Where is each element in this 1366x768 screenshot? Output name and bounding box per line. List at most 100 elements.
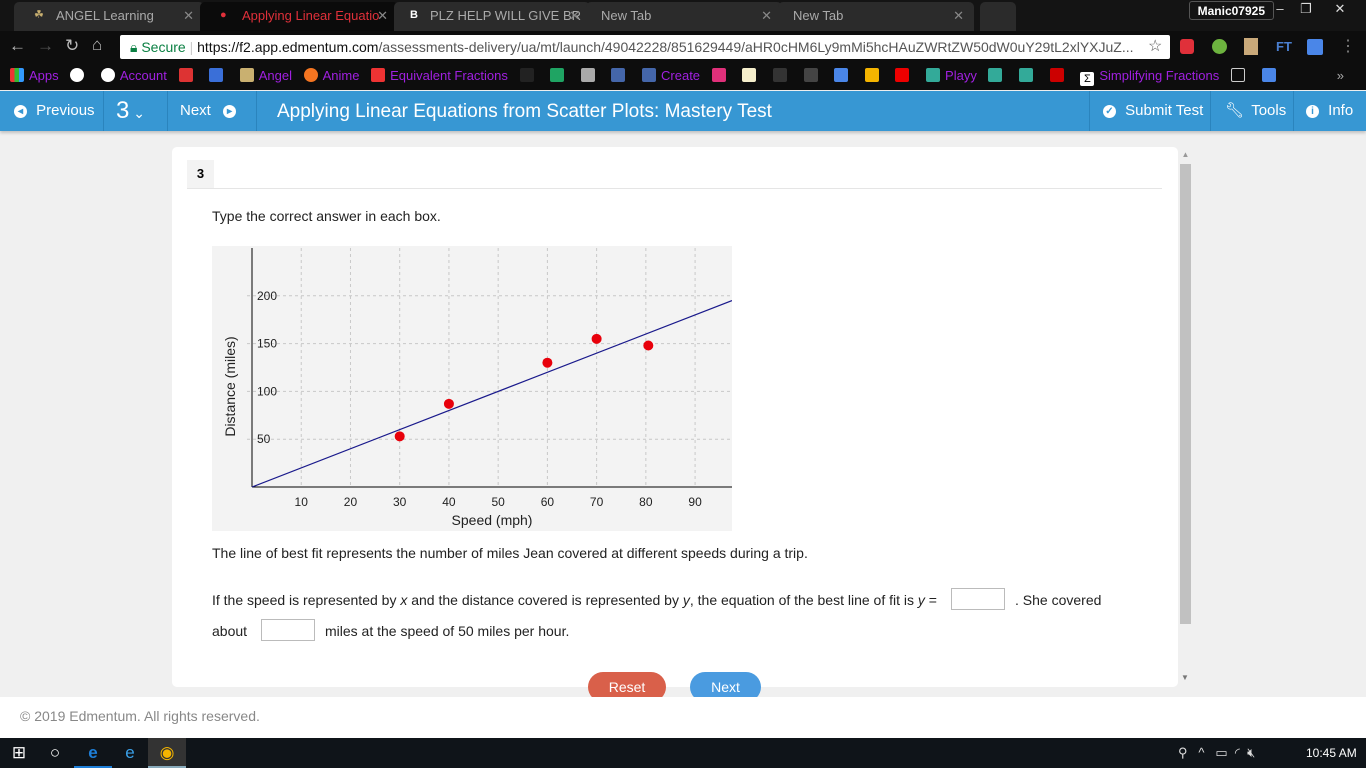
equation-answer-input[interactable] (951, 588, 1005, 610)
scroll-up-icon[interactable]: ▲ (1179, 150, 1192, 159)
submit-label: Submit Test (1125, 102, 1204, 119)
close-tab-icon[interactable]: ✕ (761, 2, 772, 29)
profile-button[interactable]: Manic07925 (1188, 1, 1274, 20)
address-bar[interactable]: 🔒︎ Secure | https://f2.app.edmentum.com/… (120, 35, 1170, 59)
y-tick-label: 150 (257, 337, 277, 351)
system-tray[interactable]: ⚲ ^ ▭ ◜ 🔇︎ (1178, 745, 1255, 761)
close-tab-icon[interactable]: ✕ (569, 2, 580, 29)
taskbar: ⊞ ○ e e ◉ ⚲ ^ ▭ ◜ 🔇︎ 10:45 AM (0, 738, 1366, 768)
more-bookmarks-icon[interactable]: » (1337, 62, 1344, 90)
scatter-plot: 10 20 30 40 50 60 70 80 90 50 100 150 200 Speed (mph)… (212, 246, 733, 531)
bookmark-playy[interactable]: Playy (926, 62, 977, 90)
bookmark-n[interactable] (711, 62, 731, 90)
bookmark-equivalent-fractions[interactable]: Equivalent Fractions (371, 62, 508, 90)
bookmark-anime[interactable]: Anime (303, 62, 359, 90)
tab-angel[interactable]: ☘ ANGEL Learning ✕ (14, 2, 204, 31)
bookmark-leaf1[interactable] (988, 62, 1007, 90)
bookmark-google[interactable] (70, 62, 89, 90)
info-button[interactable]: i Info (1294, 91, 1366, 131)
bookmark-apps[interactable]: Apps (10, 62, 59, 90)
extension-figure-icon[interactable] (1244, 38, 1258, 55)
extension-shield-icon[interactable] (1180, 39, 1194, 54)
close-tab-icon[interactable]: ✕ (183, 2, 194, 29)
close-window-icon[interactable]: ✕ (1326, 0, 1354, 18)
page-title: Applying Linear Equations from Scatter P… (277, 101, 772, 122)
x-tick-label: 20 (344, 495, 358, 509)
question-selector[interactable]: 3 ⌄ (104, 91, 168, 131)
bookmark-avatar[interactable] (580, 62, 600, 90)
tab-new-1[interactable]: New Tab ✕ (586, 2, 782, 31)
scroll-down-icon[interactable]: ▼ (1181, 673, 1189, 682)
bookmark-dots[interactable] (772, 62, 792, 90)
next-label: Next (180, 102, 211, 119)
clock[interactable]: 10:45 AM (1306, 746, 1357, 760)
bookmark-a[interactable] (209, 62, 228, 90)
bookmark-slides[interactable] (864, 62, 884, 90)
back-icon[interactable]: ← (9, 36, 26, 56)
edge-icon[interactable]: e (74, 738, 112, 768)
scrollbar-thumb[interactable] (1180, 164, 1191, 624)
text: . She covered (1015, 592, 1102, 608)
question-number: 3 (116, 97, 130, 124)
x-axis-label: Speed (mph) (452, 512, 533, 528)
chevron-up-icon[interactable]: ^ (1198, 745, 1204, 760)
bookmark-simplifying-fractions[interactable]: Σ Simplifying Fractions (1080, 62, 1219, 90)
ie-icon[interactable]: e (111, 738, 149, 768)
bookmark-kahoot[interactable] (611, 62, 630, 90)
battery-icon[interactable]: ▭ (1215, 745, 1227, 760)
bookmark-note[interactable] (742, 62, 761, 90)
forward-icon[interactable]: → (37, 36, 54, 56)
bookmark-drive[interactable] (550, 62, 569, 90)
arrow-left-circle-icon: ◂ (14, 105, 27, 118)
extension-ft-icon[interactable]: FT (1276, 39, 1292, 54)
new-tab-button[interactable] (980, 2, 1016, 31)
bookmark-brainly[interactable] (519, 62, 539, 90)
minimize-icon[interactable]: ‒ (1266, 0, 1294, 18)
previous-button[interactable]: ◂ Previous (0, 91, 104, 131)
bookmark-angel[interactable]: Angel (239, 62, 292, 90)
chrome-icon[interactable]: ◉ (148, 738, 186, 768)
close-tab-icon[interactable]: ✕ (953, 2, 964, 29)
y-tick-label: 100 (257, 384, 277, 398)
extension-green-icon[interactable] (1212, 39, 1227, 54)
bookmark-docs[interactable] (834, 62, 853, 90)
bookmark-mountain[interactable] (803, 62, 823, 90)
tab-new-2[interactable]: New Tab ✕ (778, 2, 974, 31)
reload-icon[interactable]: ↻ (65, 36, 79, 56)
tab-plz-help[interactable]: B PLZ HELP WILL GIVE BR ✕ (394, 2, 590, 31)
menu-icon[interactable]: ⋮ (1340, 36, 1356, 56)
y-tick-label: 200 (257, 289, 277, 303)
bookmark-account[interactable]: Account (100, 62, 167, 90)
tab-label: New Tab (601, 8, 652, 23)
bookmark-page[interactable] (1230, 62, 1250, 90)
people-icon[interactable]: ⚲ (1178, 745, 1188, 760)
tab-label: PLZ HELP WILL GIVE BR (430, 8, 581, 23)
tab-applying-linear[interactable]: ● Applying Linear Equatio ✕ (200, 2, 398, 31)
restore-icon[interactable]: ❐ (1292, 0, 1320, 18)
lock-icon: 🔒︎ (130, 39, 138, 55)
bookmark-star-icon[interactable]: ☆ (1148, 36, 1162, 56)
dots-icon (772, 68, 787, 82)
angel-icon (239, 68, 254, 82)
bookmark-n-red[interactable] (1049, 62, 1069, 90)
cortana-icon[interactable]: ○ (36, 738, 74, 768)
youtube-icon (895, 68, 910, 82)
home-icon[interactable]: ⌂ (92, 35, 102, 55)
submit-test-button[interactable]: ✓ Submit Test (1089, 91, 1211, 131)
volume-muted-icon[interactable]: 🔇︎ (1247, 745, 1255, 760)
x-tick-label: 50 (491, 495, 505, 509)
bookmark-youtube[interactable] (895, 62, 914, 90)
bookmark-gmail[interactable] (178, 62, 198, 90)
google-translate-icon[interactable] (1307, 39, 1323, 55)
miles-answer-input[interactable] (261, 619, 315, 641)
bookmark-create[interactable]: Create (642, 62, 700, 90)
tools-button[interactable]: 🔧︎ Tools (1211, 91, 1294, 131)
next-header-button[interactable]: Next ▸ (168, 91, 257, 131)
bookmark-leaf2[interactable] (1019, 62, 1038, 90)
bookmarks-bar: Apps Account Angel Anime Equivalent Frac… (0, 62, 1366, 90)
bookmark-window[interactable] (1261, 62, 1281, 90)
slides-icon (864, 68, 879, 82)
wifi-icon[interactable]: ◜ (1235, 745, 1240, 760)
close-tab-icon[interactable]: ✕ (377, 2, 388, 29)
windows-start-icon[interactable]: ⊞ (0, 738, 38, 768)
